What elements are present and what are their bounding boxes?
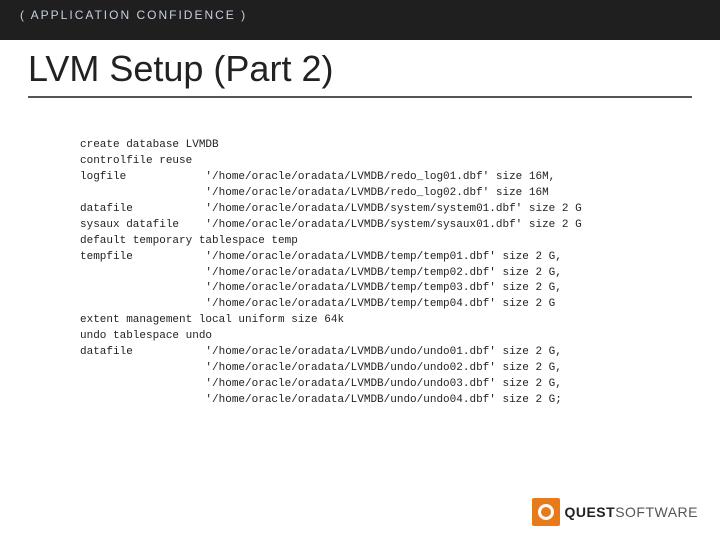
code-line: '/home/oracle/oradata/LVMDB/undo/undo04.… bbox=[80, 394, 562, 406]
logo: QUESTSOFTWARE bbox=[532, 498, 698, 526]
code-line: datafile '/home/oracle/oradata/LVMDB/und… bbox=[80, 346, 562, 358]
topbar: ( APPLICATION CONFIDENCE ) bbox=[0, 0, 720, 40]
code-line: datafile '/home/oracle/oradata/LVMDB/sys… bbox=[80, 203, 582, 215]
code-line: controlfile reuse bbox=[80, 155, 192, 167]
logo-brand-light: SOFTWARE bbox=[615, 504, 698, 520]
header-tag: ( APPLICATION CONFIDENCE ) bbox=[20, 8, 247, 22]
code-line: sysaux datafile '/home/oracle/oradata/LV… bbox=[80, 219, 582, 231]
code-line: extent management local uniform size 64k bbox=[80, 314, 344, 326]
code-line: '/home/oracle/oradata/LVMDB/redo_log02.d… bbox=[80, 187, 549, 199]
code-line: tempfile '/home/oracle/oradata/LVMDB/tem… bbox=[80, 251, 562, 263]
sql-code-block: create database LVMDB controlfile reuse … bbox=[80, 138, 680, 409]
quest-logo-icon bbox=[532, 498, 560, 526]
code-line: default temporary tablespace temp bbox=[80, 235, 298, 247]
code-line: '/home/oracle/oradata/LVMDB/temp/temp03.… bbox=[80, 282, 562, 294]
code-line: '/home/oracle/oradata/LVMDB/temp/temp04.… bbox=[80, 298, 555, 310]
page-title: LVM Setup (Part 2) bbox=[28, 48, 692, 98]
code-line: '/home/oracle/oradata/LVMDB/temp/temp02.… bbox=[80, 267, 562, 279]
code-line: logfile '/home/oracle/oradata/LVMDB/redo… bbox=[80, 171, 555, 183]
code-line: '/home/oracle/oradata/LVMDB/undo/undo02.… bbox=[80, 362, 562, 374]
logo-brand-bold: QUEST bbox=[564, 504, 615, 520]
logo-text: QUESTSOFTWARE bbox=[564, 504, 698, 520]
code-line: create database LVMDB bbox=[80, 139, 219, 151]
code-line: '/home/oracle/oradata/LVMDB/undo/undo03.… bbox=[80, 378, 562, 390]
slide: ( APPLICATION CONFIDENCE ) LVM Setup (Pa… bbox=[0, 0, 720, 540]
code-line: undo tablespace undo bbox=[80, 330, 212, 342]
